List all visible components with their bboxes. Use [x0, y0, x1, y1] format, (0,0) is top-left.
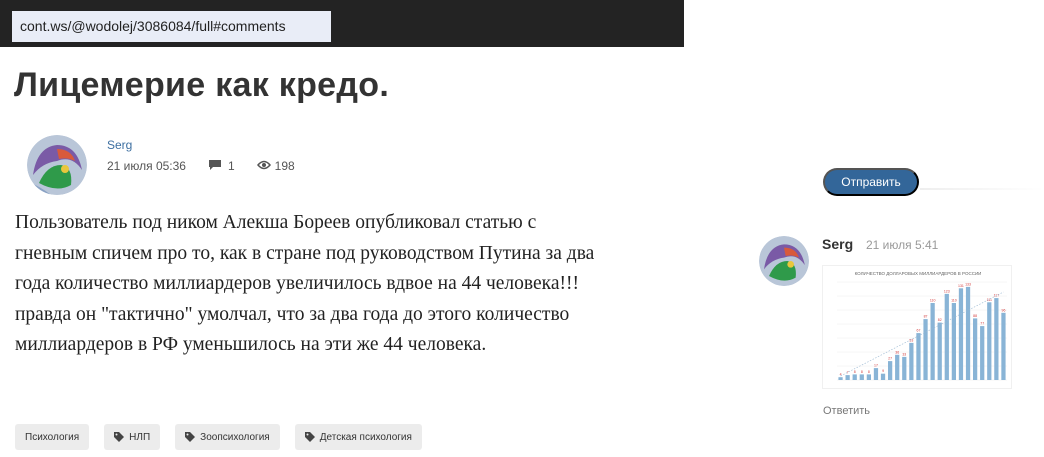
article-line: Пользователь под ником Алекша Бореев опу…	[15, 212, 537, 233]
chart-bar	[980, 326, 985, 380]
browser-topbar: cont.ws/@wodolej/3086084/full#comments	[0, 0, 684, 47]
tag-icon	[114, 432, 125, 442]
chart-bar-label: 96	[1002, 308, 1006, 312]
tag-icon	[185, 432, 196, 442]
eye-icon	[256, 159, 271, 173]
chart-bar-label: 110	[951, 299, 957, 303]
chart-bar-label: 67	[917, 329, 921, 333]
divider	[920, 188, 1044, 190]
chart-bar-label: 123	[944, 289, 950, 293]
chart-bar-label: 133	[965, 282, 971, 286]
author-link[interactable]: Serg	[107, 138, 132, 152]
comments-count[interactable]: 1	[228, 159, 235, 173]
article-line: гневным спичем про то, как в стране под …	[15, 242, 595, 264]
chart-bar-label: 131	[958, 284, 964, 288]
tag-label: Психология	[25, 431, 80, 443]
chart-bar	[866, 374, 871, 380]
chart-bar-label: 88	[973, 314, 977, 318]
article-title: Лицемерие как кредо.	[14, 66, 390, 104]
chart-bar-label: 110	[930, 299, 936, 303]
article-line: года количество миллиардеров увеличилось…	[15, 273, 579, 294]
tag-icon	[304, 432, 315, 442]
chart-bar-label: 8	[861, 370, 863, 374]
chart-bar-label: 17	[874, 364, 878, 368]
chart-bar-label: 27	[888, 357, 892, 361]
chart-bar	[916, 333, 921, 380]
tag-list: Психология НЛП Зоопсихология Детская пси…	[15, 424, 437, 450]
article-body: Пользователь под ником Алекша Бореев опу…	[15, 208, 680, 361]
comment-image-chart[interactable]: КОЛИЧЕСТВО ДОЛЛАРОВЫХ МИЛЛИАРДЕРОВ В РОС…	[822, 265, 1012, 389]
chart-bar	[909, 342, 914, 380]
tag-psychology[interactable]: Психология	[15, 424, 90, 450]
chart-bar-label: 77	[980, 322, 984, 326]
chart-bar	[902, 356, 907, 380]
tag-child-psychology[interactable]: Детская психология	[294, 424, 422, 450]
chart-bar	[873, 368, 879, 380]
chart-bar	[895, 354, 900, 380]
chart-bar	[944, 293, 949, 380]
chart-bar	[987, 302, 992, 380]
chart-bar-label: 36	[895, 350, 899, 354]
chart-bar-label: 87	[924, 315, 928, 319]
chart-bar-label: 8	[854, 370, 856, 374]
tag-nlp[interactable]: НЛП	[104, 424, 161, 450]
chart-bar	[958, 288, 964, 380]
chart-bar	[965, 286, 971, 380]
commenter-avatar[interactable]	[759, 236, 809, 286]
article-line: миллиардеров в РФ уменьшилось на эти же …	[15, 334, 487, 355]
chart-bar	[888, 361, 893, 380]
chart-trend-line	[840, 291, 1004, 377]
tag-label: НЛП	[129, 431, 151, 443]
chart-caption: КОЛИЧЕСТВО ДОЛЛАРОВЫХ МИЛЛИАРДЕРОВ В РОС…	[855, 271, 982, 276]
chart-bar	[973, 318, 978, 380]
chart-bar	[1001, 312, 1006, 380]
chart-bar	[838, 377, 843, 380]
tag-label: Зоопсихология	[200, 431, 270, 443]
chart-bar-label: 33	[902, 352, 906, 356]
chart-bar	[994, 298, 999, 380]
chart-bar-label: 9	[882, 369, 884, 373]
views-count: 198	[274, 159, 295, 173]
chart-bar	[859, 374, 864, 380]
chart-bar	[923, 319, 928, 380]
chart-bar-label: 4	[840, 373, 842, 377]
comment-icon	[208, 159, 222, 174]
send-button[interactable]: Отправить	[823, 168, 919, 196]
article-meta: 21 июля 05:36 1 198	[107, 158, 295, 174]
comment-author[interactable]: Serg	[822, 236, 853, 252]
article-date: 21 июля 05:36	[107, 159, 186, 173]
chart-bar-label: 82	[938, 318, 942, 322]
chart-bar	[880, 373, 886, 380]
url-bar[interactable]: cont.ws/@wodolej/3086084/full#comments	[12, 11, 331, 42]
chart-bar	[951, 303, 956, 380]
tag-zoopsychology[interactable]: Зоопсихология	[175, 424, 280, 450]
chart-bar	[845, 375, 850, 380]
author-avatar[interactable]	[27, 135, 87, 195]
comment-date: 21 июля 5:41	[866, 238, 939, 252]
article-line: правда он "тактично" умолчал, что за два…	[15, 303, 570, 325]
reply-link[interactable]: Ответить	[823, 405, 870, 417]
chart-bar	[930, 303, 935, 380]
chart-bar-label: 8	[868, 370, 870, 374]
chart-bar	[937, 322, 942, 380]
chart-bar	[852, 374, 857, 380]
tag-label: Детская психология	[319, 431, 412, 443]
